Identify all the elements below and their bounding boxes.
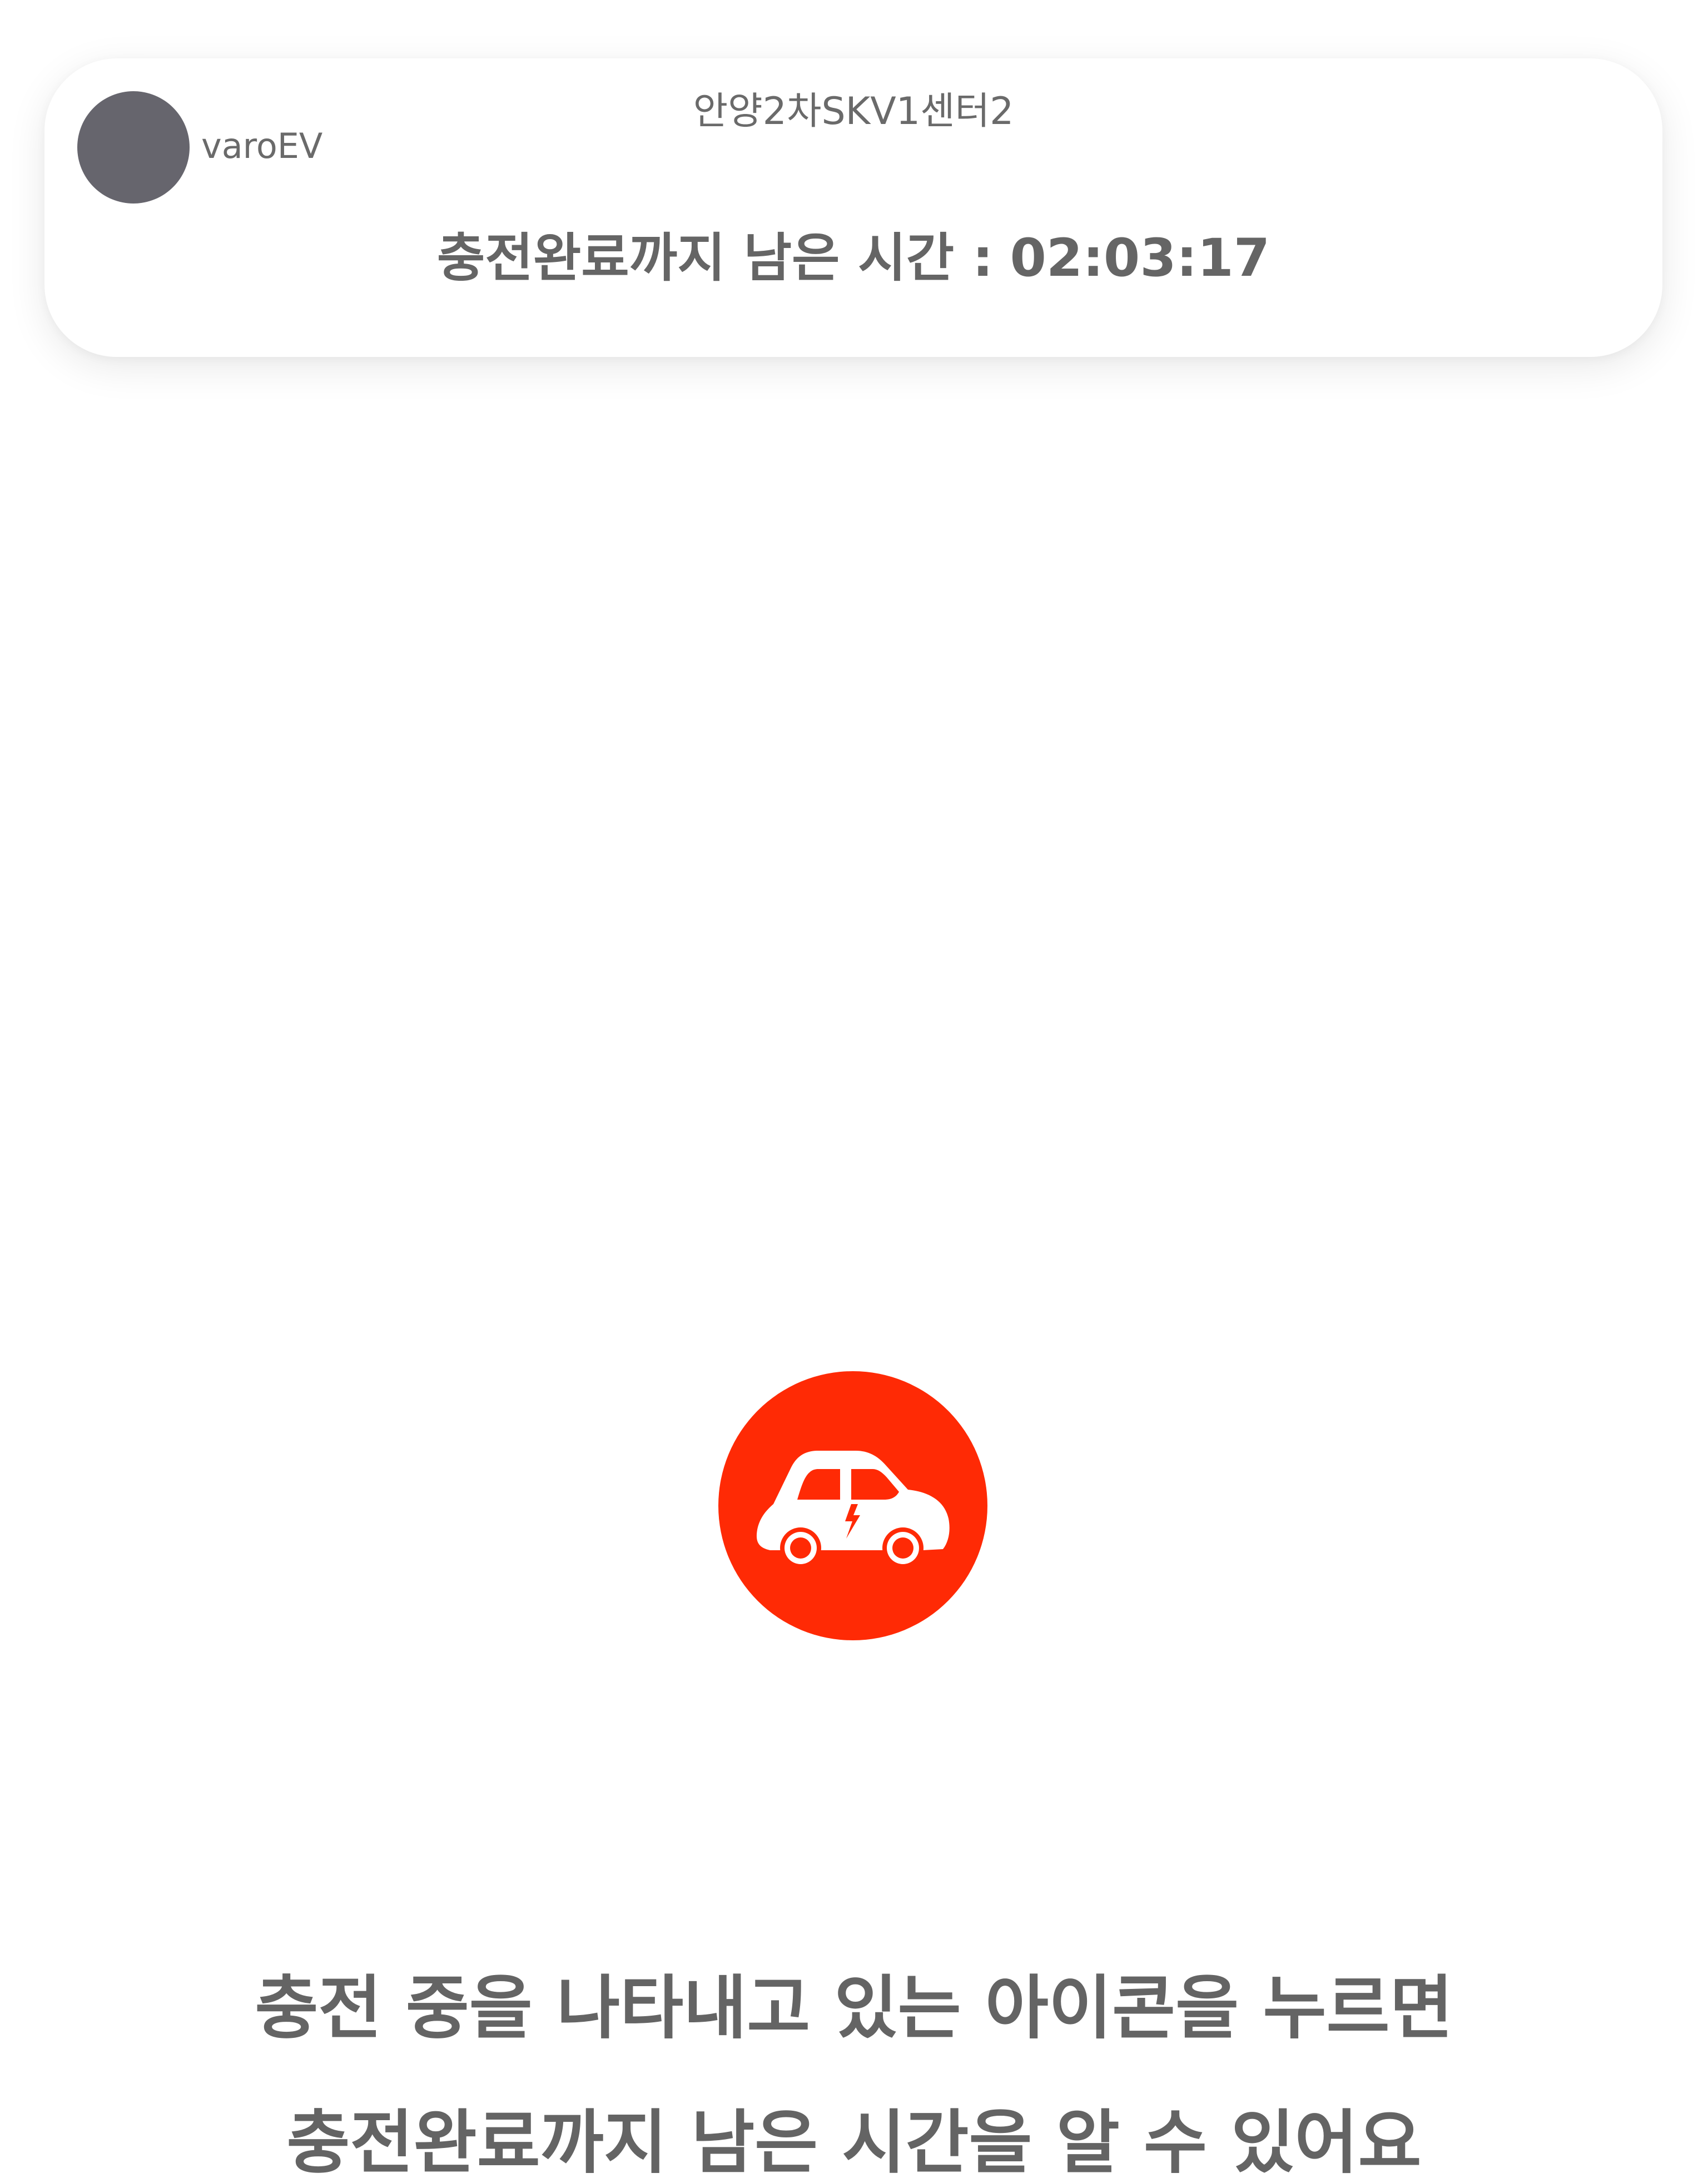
remaining-time-label: 충전완료까지 남은 시간 : [436, 228, 994, 289]
guide-text-line-2: 충전완료까지 남은 시간을 알 수 있어요 [286, 2103, 1422, 2183]
guide-text-line-1: 충전 중을 나타내고 있는 아이콘을 누르면 [255, 1968, 1453, 2048]
brand-name: varoEV [201, 126, 323, 166]
charging-status-card: varoEV 안양2차SKV1센터2 충전완료까지 남은 시간 :02:03:1… [44, 58, 1662, 357]
remaining-time: 충전완료까지 남은 시간 :02:03:17 [44, 232, 1662, 285]
station-name: 안양2차SKV1센터2 [693, 90, 1014, 133]
electric-car-icon [756, 1451, 950, 1569]
charging-status-button[interactable] [718, 1371, 987, 1640]
remaining-time-value: 02:03:17 [1010, 228, 1270, 289]
charging-screen: { "header_card": { "brand": "varoEV", "s… [0, 0, 1708, 2183]
